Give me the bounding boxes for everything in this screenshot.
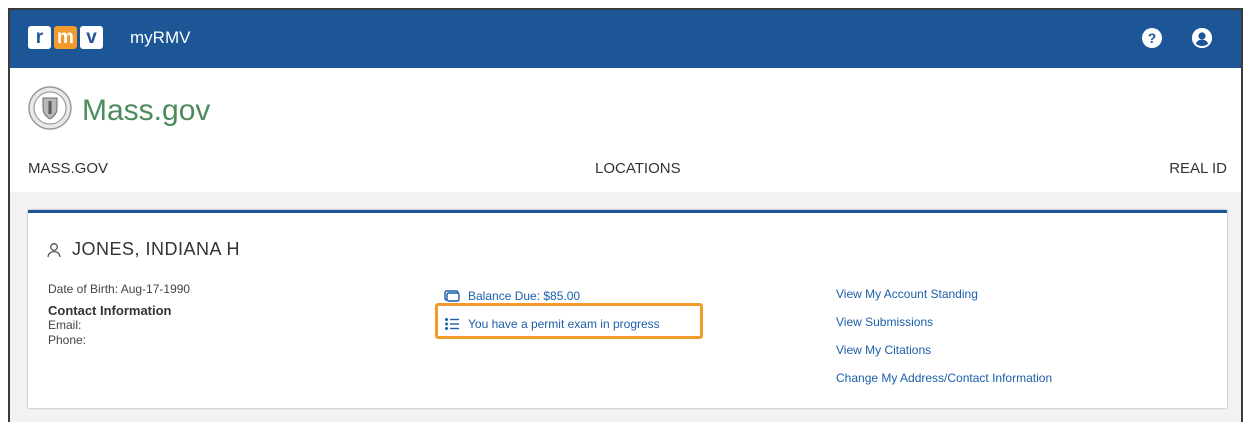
nav-locations[interactable]: LOCATIONS — [595, 160, 681, 177]
customer-details: Date of Birth: Aug-17-1990 Contact Infor… — [48, 282, 190, 348]
top-app-bar: r m v myRMV ? — [10, 10, 1241, 68]
link-view-account-standing[interactable]: View My Account Standing — [836, 286, 1052, 314]
contact-info-heading: Contact Information — [48, 303, 172, 318]
help-icon[interactable]: ? — [1142, 28, 1162, 48]
app-title: myRMV — [130, 28, 191, 47]
massachusetts-seal-icon — [28, 86, 72, 130]
browser-frame: r m v myRMV ? Mass.gov MASS.GOV LOCATION… — [8, 8, 1243, 422]
customer-name: JONES, INDIANA H — [72, 239, 241, 259]
permit-exam-highlight-box — [435, 303, 703, 339]
link-change-address[interactable]: Change My Address/Contact Information — [836, 370, 1052, 398]
nav-mass-gov[interactable]: MASS.GOV — [28, 160, 108, 177]
balance-due-text: Balance Due: $85.00 — [468, 289, 581, 303]
customer-profile-card: JONES, INDIANA H Date of Birth: Aug-17-1… — [28, 210, 1227, 408]
mass-gov-header: Mass.gov MASS.GOV LOCATIONS REAL ID — [10, 68, 1241, 192]
link-view-submissions[interactable]: View Submissions — [836, 314, 1052, 342]
nav-real-id[interactable]: REAL ID — [1169, 160, 1227, 177]
customer-name-row: JONES, INDIANA H — [46, 239, 240, 260]
logo-letter-m: m — [54, 26, 77, 49]
rmv-logo[interactable]: r m v — [28, 26, 103, 49]
person-outline-icon — [47, 242, 61, 257]
user-circle-icon — [1192, 28, 1212, 48]
account-links: View My Account Standing View Submission… — [836, 286, 1052, 398]
account-icon[interactable] — [1192, 28, 1212, 48]
email-label: Email: — [48, 318, 82, 332]
credit-card-icon — [444, 290, 460, 302]
link-view-citations[interactable]: View My Citations — [836, 342, 1052, 370]
mass-gov-brand[interactable]: Mass.gov — [82, 94, 210, 128]
date-of-birth: Date of Birth: Aug-17-1990 — [48, 282, 191, 296]
logo-letter-v: v — [80, 26, 103, 49]
help-glyph: ? — [1147, 30, 1157, 46]
phone-label: Phone: — [48, 333, 87, 347]
logo-letter-r: r — [28, 26, 51, 49]
